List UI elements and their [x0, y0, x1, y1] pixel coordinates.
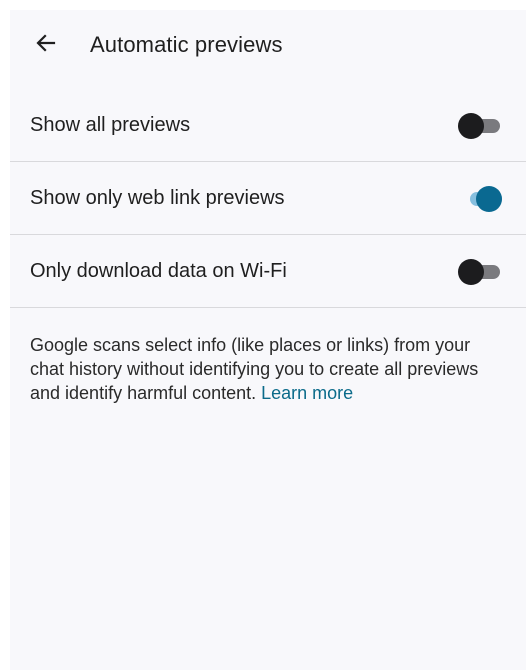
- setting-row-show-all-previews[interactable]: Show all previews: [10, 90, 526, 162]
- page-title: Automatic previews: [90, 32, 283, 57]
- toggle-knob: [458, 113, 484, 139]
- setting-row-web-link-previews[interactable]: Show only web link previews: [10, 163, 526, 235]
- info-description: Google scans select info (like places or…: [30, 335, 479, 403]
- app-bar: Automatic previews: [10, 10, 526, 80]
- back-button[interactable]: [30, 29, 62, 61]
- setting-label: Show only web link previews: [30, 187, 285, 209]
- divider: [10, 307, 526, 308]
- wifi-only-toggle[interactable]: [458, 258, 502, 286]
- setting-row-wifi-only[interactable]: Only download data on Wi-Fi: [10, 236, 526, 308]
- divider: [10, 161, 526, 162]
- arrow-left-icon: [34, 31, 58, 60]
- web-link-previews-toggle[interactable]: [458, 185, 502, 213]
- settings-screen: Automatic previews Show all previews Sho…: [10, 10, 526, 670]
- info-text: Google scans select info (like places or…: [30, 333, 505, 405]
- setting-label: Show all previews: [30, 114, 191, 136]
- divider: [10, 234, 526, 235]
- learn-more-link[interactable]: Learn more: [261, 383, 353, 403]
- toggle-knob: [458, 259, 484, 285]
- setting-label: Only download data on Wi-Fi: [30, 260, 287, 282]
- show-all-previews-toggle[interactable]: [458, 112, 502, 140]
- toggle-knob: [476, 186, 502, 212]
